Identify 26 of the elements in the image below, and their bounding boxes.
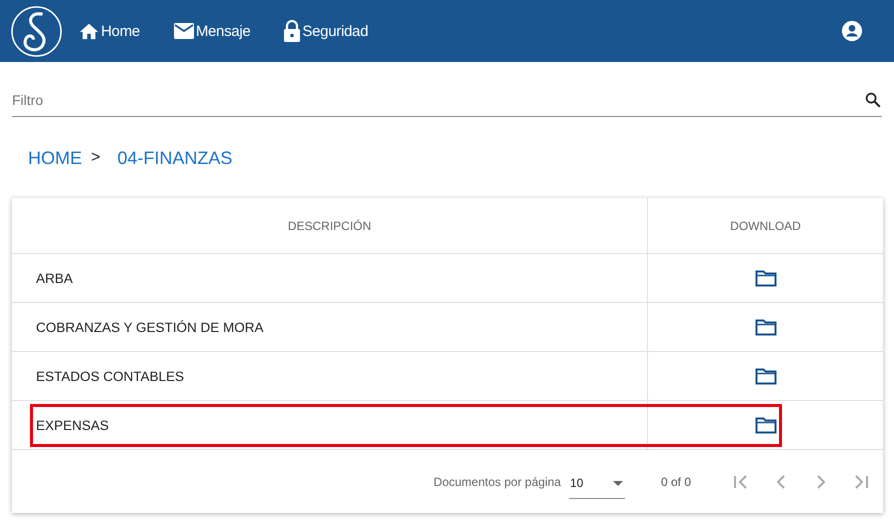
breadcrumb-link[interactable]: 04-FINANZAS — [117, 148, 232, 168]
table-cell: ESTADOS CONTABLES — [12, 352, 648, 400]
account-icon[interactable] — [841, 20, 863, 42]
nav-link[interactable]: Mensaje — [172, 22, 250, 40]
logo-icon[interactable] — [11, 6, 62, 56]
mail-icon — [172, 22, 195, 40]
page-size-select[interactable]: 10 — [568, 468, 625, 498]
search-icon[interactable] — [864, 91, 882, 109]
page-range: 0 of 0 — [660, 474, 691, 488]
table-cell: ARBA — [12, 254, 648, 302]
page-size-label: Documentos por página — [434, 474, 561, 488]
home-icon — [78, 21, 100, 41]
folder-icon[interactable] — [754, 367, 776, 385]
folder-icon[interactable] — [754, 318, 776, 336]
table-cell: EXPENSAS — [12, 401, 648, 449]
nav-link[interactable]: Seguridad — [283, 20, 368, 42]
lock-icon — [283, 20, 302, 42]
folder-icon[interactable] — [754, 416, 776, 434]
table-cell: COBRANZAS Y GESTIÓN DE MORA — [12, 303, 648, 351]
breadcrumb-link[interactable]: HOME — [28, 148, 82, 168]
folder-icon[interactable] — [754, 269, 776, 287]
column-header: DESCRIPCIÓN — [12, 198, 648, 253]
nav-link[interactable]: Home — [78, 21, 140, 41]
dropdown-icon — [612, 480, 623, 486]
column-header: DOWNLOAD — [729, 218, 802, 234]
breadcrumb-separator: > — [91, 149, 100, 167]
